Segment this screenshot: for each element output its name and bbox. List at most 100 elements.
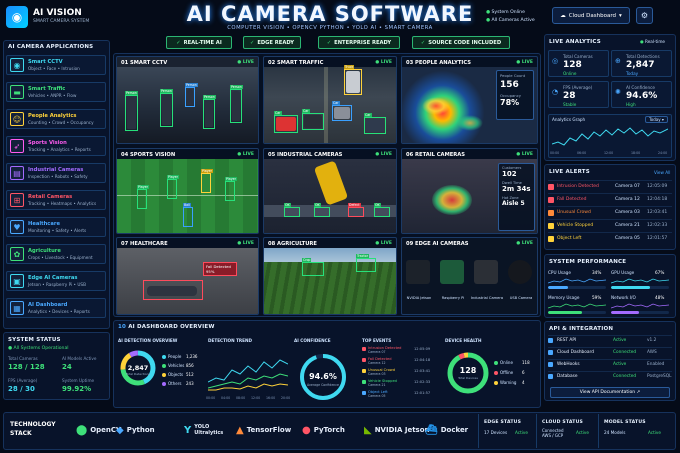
health-value: 4 <box>522 380 525 385</box>
legend-dot <box>162 373 166 377</box>
alert-time: 12:02:33 <box>647 223 668 228</box>
perf-value: 59% <box>592 295 602 300</box>
app-retail-cameras[interactable]: ⊞ Retail Cameras Tracking • Heatmaps • Ana… <box>6 190 106 210</box>
view-all-link[interactable]: View All <box>654 170 670 175</box>
alert-time: 12:01:57 <box>647 236 668 241</box>
health-dot <box>494 381 498 385</box>
external-link-icon: ↗ <box>636 390 641 395</box>
app-desc: Vehicles • ANPR • Flow <box>28 93 77 98</box>
app-smart-cctv[interactable]: ◉ Smart CCTV Object • Face • Intrusion <box>6 55 106 75</box>
live-badge: ● LIVE <box>516 152 533 157</box>
tile-retail-cameras[interactable]: Customers 102 Dwell Time 2m 34s Hot Zone… <box>401 148 538 234</box>
perf-bar <box>611 311 669 314</box>
confidence-label: Average Confidence <box>306 383 340 387</box>
api-label: WebHooks <box>557 362 580 367</box>
api-icon <box>548 362 553 367</box>
health-value: 118 <box>522 360 530 365</box>
pill-realtime-ai: ✓ REAL-TIME AI <box>166 36 232 49</box>
alert-row[interactable]: Object Left Camera 05 12:01:57 <box>548 232 672 244</box>
app-people-analytics[interactable]: ☺ People Analytics Counting • Crowd • Occu… <box>6 109 106 129</box>
alert-row[interactable]: Fall Detected Camera 12 12:04:18 <box>548 193 672 205</box>
tech-pytorch: ● PyTorch <box>302 418 345 442</box>
api-row[interactable]: Database Connected PostgreSQL <box>548 371 672 381</box>
api-row[interactable]: REST API Active v1.2 <box>548 335 672 345</box>
gear-icon[interactable]: ⚙ <box>636 7 653 24</box>
chevron-down-icon: ▾ <box>619 12 622 19</box>
tile-smart-cctv[interactable]: Person Person Person Person Person 01 SM… <box>116 56 259 144</box>
period-select[interactable]: Today ▾ <box>645 116 668 123</box>
graph-tick: 12:00 <box>604 151 614 155</box>
apps-title: AI CAMERA APPLICATIONS <box>8 44 94 50</box>
app-desc: Analytics • Devices • Reports <box>28 309 90 314</box>
tile-smart-traffic[interactable]: Car Car Car Car Truck 02 SMART TRAFFIC ●… <box>263 56 397 144</box>
app-sports-vision[interactable]: ➶ Sports Vision Tracking • Analytics • Rep… <box>6 136 106 156</box>
alert-row[interactable]: Unusual Crowd Camera 03 12:03:41 <box>548 206 672 218</box>
app-desc: Crops • Livestock • Equipment <box>28 255 93 260</box>
api-label: Database <box>557 374 578 379</box>
alert-row[interactable]: Vehicle Stopped Camera 21 12:02:33 <box>548 219 672 231</box>
alert-row[interactable]: Intrusion Detected Camera 07 12:05:09 <box>548 180 672 192</box>
event-time: 12:04:18 <box>414 358 431 362</box>
cloud-dashboard-button[interactable]: ☁ Cloud Dashboard ▾ <box>552 7 630 24</box>
health-total-label: Total Devices <box>458 376 478 380</box>
tile-title: 03 PEOPLE ANALYTICS <box>406 60 471 66</box>
api-row[interactable]: WebHooks Active Enabled <box>548 359 672 369</box>
tile-sports-vision[interactable]: Player Player Player Player Ball 04 SPOR… <box>116 148 259 234</box>
app-edge-ai-cameras[interactable]: ▣ Edge AI Cameras Jetson • Raspberry Pi • … <box>6 271 106 291</box>
app-ai-dashboard[interactable]: ▦ AI Dashboard Analytics • Devices • Repor… <box>6 298 106 318</box>
app-desc: Object • Face • Intrusion <box>28 66 80 71</box>
alert-cam: Camera 12 <box>615 197 640 202</box>
tile-title: 08 AGRICULTURE <box>268 241 317 247</box>
cams-value: 128 / 128 <box>8 363 45 371</box>
gauge-icon: ◔ <box>552 88 559 96</box>
nvidia-icon: ◣ <box>364 424 372 436</box>
legend-dot <box>162 364 166 368</box>
tech-docker: ⛴ Docker <box>425 418 468 442</box>
cloud-icon: ☁ <box>560 12 566 19</box>
event-time: 12:01:57 <box>414 391 431 395</box>
alert-icon <box>548 235 554 242</box>
trend-tick: 12:00 <box>251 396 261 400</box>
api-docs-button[interactable]: View API Documentation ↗ <box>550 387 670 398</box>
tech-name: PyTorch <box>313 426 345 434</box>
tech-name: TensorFlow <box>246 426 292 434</box>
tech-name: Docker <box>440 426 469 434</box>
api-row[interactable]: Cloud Dashboard Connected AWS <box>548 347 672 357</box>
analytics-line <box>552 127 668 146</box>
perf-label: Memory Usage <box>548 295 580 300</box>
brand-subtitle: SMART CAMERA SYSTEM <box>33 19 90 24</box>
docker-icon: ⛴ <box>425 424 438 436</box>
runner-icon: ➶ <box>10 139 24 153</box>
tile-industrial-cameras[interactable]: OK OK Defect OK 05 INDUSTRIAL CAMERAS ● … <box>263 148 397 234</box>
app-desc: Tracking • Analytics • Reports <box>28 147 91 152</box>
app-smart-traffic[interactable]: ▬ Smart Traffic Vehicles • ANPR • Flow <box>6 82 106 102</box>
api-icon <box>548 338 553 343</box>
live-badge: ● LIVE <box>237 152 254 157</box>
app-industrial-cameras[interactable]: ▤ Industrial Cameras Inspection • Robots •… <box>6 163 106 183</box>
cams-label: Total Cameras <box>8 356 38 361</box>
trend-title: DETECTION TREND <box>208 338 252 343</box>
brand-title: AI VISION <box>33 8 82 18</box>
live-badge: ● LIVE <box>375 60 392 65</box>
perf-value: 34% <box>592 270 602 275</box>
heart-icon: ♥ <box>10 220 24 234</box>
graph-tick: 18:00 <box>631 151 641 155</box>
alert-label: Object Left <box>557 236 582 241</box>
tile-edge-ai-cameras[interactable]: NVIDIA Jetson Raspberry Pi Industrial Ca… <box>401 237 538 315</box>
device-label: Industrial Camera <box>470 296 504 300</box>
tile-agriculture[interactable]: Crop Tractor 08 AGRICULTURE ● LIVE <box>263 237 397 315</box>
tile-healthcare[interactable]: Fall Detected 95% 07 HEALTHCARE ● LIVE <box>116 237 259 315</box>
cameras-active: ● All Cameras Active <box>486 18 535 23</box>
model-status-value: 24 Models <box>604 430 626 435</box>
app-healthcare[interactable]: ♥ Healthcare Monitoring • Safety • Alerts <box>6 217 106 237</box>
legend-value: 856 <box>186 363 194 368</box>
stat-sub: High <box>626 102 636 107</box>
live-badge: ● LIVE <box>375 241 392 246</box>
app-agriculture[interactable]: ✿ Agriculture Crops • Livestock • Equipmen… <box>6 244 106 264</box>
raspberry-pi-device <box>440 260 464 284</box>
api-title: API & INTEGRATION <box>549 326 614 332</box>
tile-people-analytics[interactable]: People Count 156 Occupancy 78% 03 PEOPLE… <box>401 56 538 144</box>
live-badge: ● LIVE <box>516 60 533 65</box>
edge-status-value: 17 Devices <box>484 430 508 435</box>
alert-cam: Camera 07 <box>615 184 640 189</box>
